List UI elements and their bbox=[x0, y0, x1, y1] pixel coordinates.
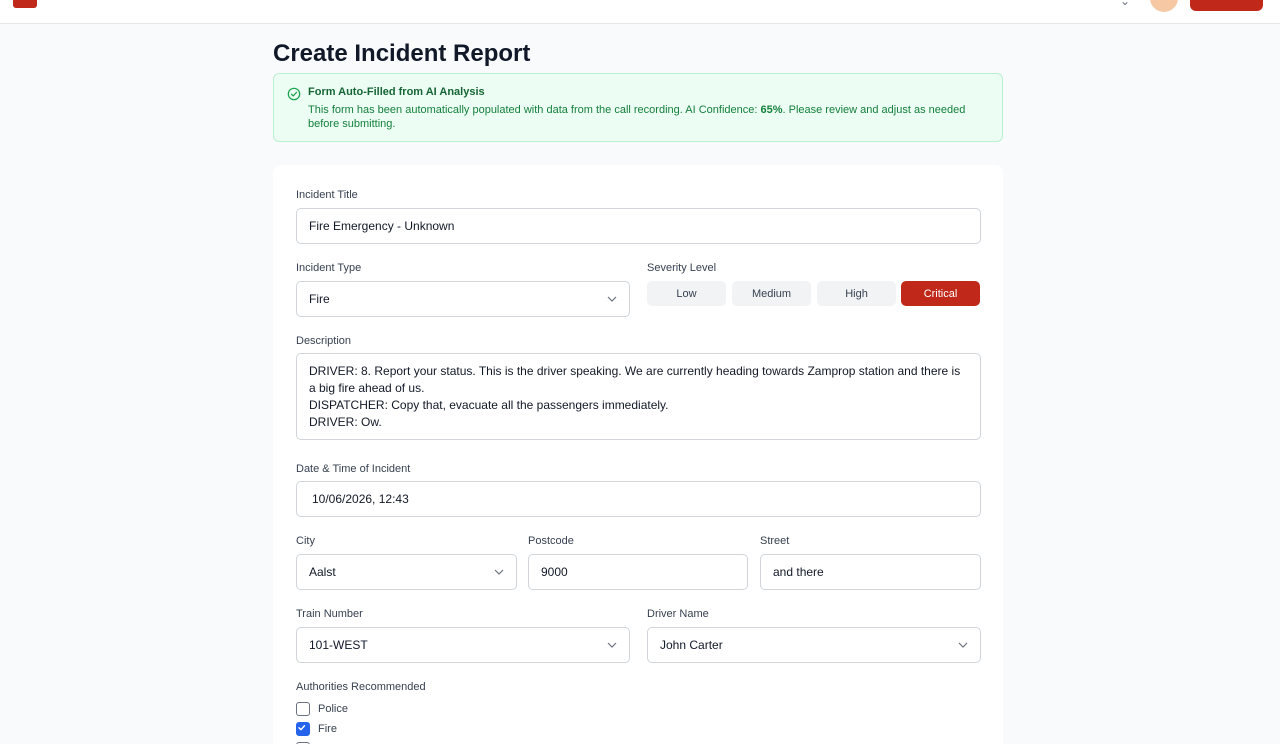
incident-type-value: Fire bbox=[309, 292, 330, 306]
page-title: Create Incident Report bbox=[273, 40, 531, 67]
postcode-input[interactable]: 9000 bbox=[528, 554, 748, 590]
alert-body: This form has been automatically populat… bbox=[308, 103, 988, 131]
datetime-value: 10/06/2026, 12:43 bbox=[312, 492, 409, 506]
street-label: Street bbox=[760, 535, 790, 547]
description-label: Description bbox=[296, 335, 352, 347]
postcode-label: Postcode bbox=[528, 535, 574, 547]
chevron-down-icon bbox=[607, 642, 617, 648]
datetime-label: Date & Time of Incident bbox=[296, 463, 411, 475]
incident-form-card: Incident Title Fire Emergency - Unknown … bbox=[273, 165, 1003, 744]
incident-type-label: Incident Type bbox=[296, 262, 362, 274]
authorities-label: Authorities Recommended bbox=[296, 681, 426, 693]
alert-title: Form Auto-Filled from AI Analysis bbox=[308, 86, 485, 98]
description-line: DISPATCHER: Copy that, evacuate all the … bbox=[309, 398, 669, 412]
description-line: DRIVER: Ow. bbox=[309, 415, 382, 429]
city-value: Aalst bbox=[309, 565, 336, 579]
chevron-down-icon bbox=[607, 296, 617, 302]
chevron-down-icon[interactable]: ⌄ bbox=[1120, 0, 1130, 8]
chevron-down-icon bbox=[494, 569, 504, 575]
train-number-value: 101-WEST bbox=[309, 638, 368, 652]
driver-name-value: John Carter bbox=[660, 638, 723, 652]
severity-low-button[interactable]: Low bbox=[647, 281, 726, 306]
severity-level-label: Severity Level bbox=[647, 262, 717, 274]
train-number-select[interactable]: 101-WEST bbox=[296, 627, 630, 663]
city-label: City bbox=[296, 535, 315, 547]
datetime-input[interactable]: 10/06/2026, 12:43 bbox=[296, 481, 981, 517]
description-line: DRIVER: 8. Report your status. This is t… bbox=[309, 364, 964, 395]
street-value: and there bbox=[773, 565, 824, 579]
train-number-label: Train Number bbox=[296, 608, 363, 620]
incident-title-input[interactable]: Fire Emergency - Unknown bbox=[296, 208, 981, 244]
chevron-down-icon bbox=[958, 642, 968, 648]
check-circle-icon bbox=[287, 87, 301, 101]
top-action-button[interactable] bbox=[1190, 0, 1263, 11]
ai-confidence-value: 65% bbox=[760, 104, 783, 116]
alert-body-prefix: This form has been automatically populat… bbox=[308, 104, 761, 116]
top-navbar: ⌄ bbox=[0, 0, 1280, 24]
incident-title-value: Fire Emergency - Unknown bbox=[309, 219, 455, 233]
incident-title-label: Incident Title bbox=[296, 189, 358, 201]
city-select[interactable]: Aalst bbox=[296, 554, 517, 590]
avatar[interactable] bbox=[1150, 0, 1178, 12]
incident-type-select[interactable]: Fire bbox=[296, 281, 630, 317]
street-input[interactable]: and there bbox=[760, 554, 981, 590]
police-checkbox[interactable] bbox=[296, 702, 310, 716]
auto-fill-alert: Form Auto-Filled from AI Analysis This f… bbox=[273, 73, 1003, 142]
checkmark-icon bbox=[298, 725, 306, 731]
severity-high-button[interactable]: High bbox=[817, 281, 896, 306]
driver-name-select[interactable]: John Carter bbox=[647, 627, 981, 663]
police-checkbox-label: Police bbox=[318, 703, 348, 715]
app-logo[interactable] bbox=[13, 0, 37, 8]
severity-medium-button[interactable]: Medium bbox=[732, 281, 811, 306]
severity-critical-button[interactable]: Critical bbox=[901, 281, 980, 306]
fire-checkbox-label: Fire bbox=[318, 723, 337, 735]
postcode-value: 9000 bbox=[541, 565, 568, 579]
description-textarea[interactable]: DRIVER: 8. Report your status. This is t… bbox=[296, 353, 981, 440]
fire-checkbox[interactable] bbox=[296, 722, 310, 736]
driver-name-label: Driver Name bbox=[647, 608, 709, 620]
